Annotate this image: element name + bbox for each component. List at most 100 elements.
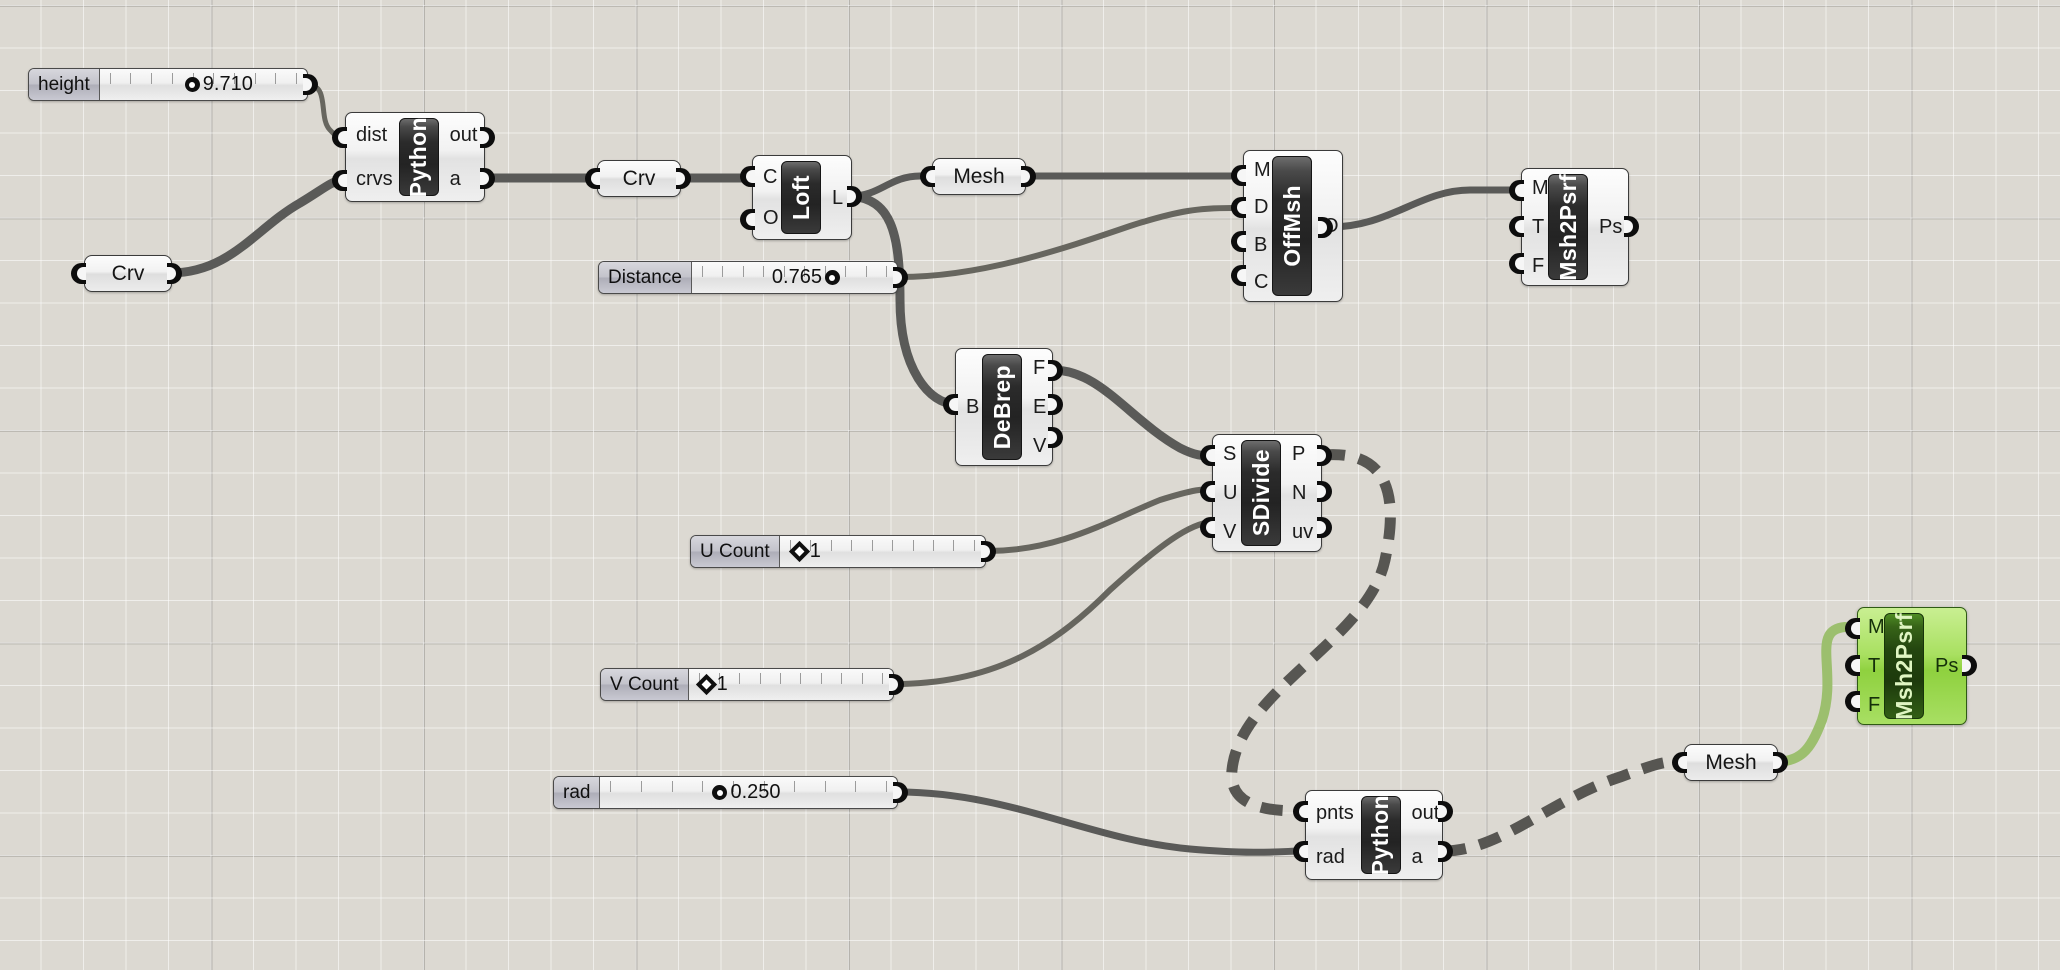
port-python-bottom-pnts[interactable]	[1293, 801, 1308, 822]
port-msh2psrf-top-m[interactable]	[1509, 180, 1524, 201]
port-height-out[interactable]	[303, 74, 318, 95]
debrep-inputs: B	[956, 349, 980, 465]
slider-v-count[interactable]: V Count 1	[600, 668, 894, 701]
port-mesh-top-in[interactable]	[920, 166, 935, 187]
port-msh2psrf-selected-f[interactable]	[1845, 691, 1860, 712]
slider-u-count-track[interactable]: 1	[779, 536, 985, 567]
port-python-top-a[interactable]	[480, 168, 495, 189]
component-python-top[interactable]: dist crvs Python out a	[345, 112, 485, 202]
python-bottom-capsule[interactable]: Python	[1361, 795, 1401, 875]
port-debrep-b[interactable]	[943, 394, 958, 415]
port-debrep-v[interactable]	[1048, 427, 1063, 448]
slider-distance[interactable]: Distance 0.765	[598, 261, 898, 294]
python-top-capsule[interactable]: Python	[399, 117, 439, 197]
port-loft-c[interactable]	[740, 166, 755, 187]
loft-title: Loft	[787, 174, 814, 221]
port-msh2psrf-selected-t[interactable]	[1845, 655, 1860, 676]
python-bottom-output-a: a	[1411, 846, 1423, 868]
component-msh2psrf-selected[interactable]: M T F Msh2Psrf Ps	[1857, 607, 1967, 725]
port-loft-o[interactable]	[740, 209, 755, 230]
slider-grip-diamond-icon[interactable]	[788, 540, 810, 563]
debrep-capsule[interactable]: DeBrep	[982, 354, 1022, 460]
python-top-input-crvs: crvs	[356, 168, 393, 190]
port-crv-mid-out[interactable]	[676, 168, 691, 189]
component-python-bottom[interactable]: pnts rad Python out a	[1305, 790, 1443, 880]
offmsh-input-c: C	[1254, 271, 1269, 294]
port-loft-l[interactable]	[847, 186, 862, 207]
slider-grip-round-icon[interactable]	[712, 785, 728, 800]
component-sdivide[interactable]: S U V SDivide P N uv	[1212, 434, 1322, 552]
node-layer[interactable]: height 9.710 Crv dist crvs Python out a …	[0, 0, 2060, 970]
msh2psrf-selected-capsule[interactable]: Msh2Psrf	[1884, 613, 1924, 719]
port-msh2psrf-top-f[interactable]	[1509, 253, 1524, 274]
component-loft[interactable]: C O Loft L	[752, 155, 852, 240]
port-u-count-out[interactable]	[981, 541, 996, 562]
panel-mesh-top[interactable]: Mesh	[932, 158, 1026, 195]
port-python-top-crvs[interactable]	[332, 170, 347, 191]
port-sdivide-s[interactable]	[1200, 445, 1215, 466]
slider-u-count-value-group[interactable]: 1	[788, 536, 821, 567]
port-sdivide-p[interactable]	[1317, 445, 1332, 466]
port-msh2psrf-selected-m[interactable]	[1845, 618, 1860, 639]
loft-outputs: L	[823, 156, 845, 239]
msh2psrf-top-input-f: F	[1532, 254, 1545, 277]
port-msh2psrf-top-ps[interactable]	[1624, 216, 1639, 237]
port-v-count-out[interactable]	[889, 674, 904, 695]
slider-rad-track[interactable]: 0.250	[600, 777, 897, 808]
slider-height[interactable]: height 9.710	[28, 68, 308, 101]
port-sdivide-u[interactable]	[1200, 481, 1215, 502]
sdivide-capsule[interactable]: SDivide	[1241, 440, 1281, 546]
slider-distance-value-group[interactable]: 0.765	[772, 262, 840, 293]
slider-grip-diamond-icon[interactable]	[695, 673, 717, 696]
panel-mesh-bottom[interactable]: Mesh	[1684, 744, 1778, 781]
slider-v-count-track[interactable]: 1	[688, 669, 893, 700]
port-distance-out[interactable]	[893, 267, 908, 288]
port-msh2psrf-top-t[interactable]	[1509, 216, 1524, 237]
port-python-bottom-rad[interactable]	[1293, 841, 1308, 862]
msh2psrf-selected-input-m: M	[1868, 616, 1885, 639]
panel-crv-mid[interactable]: Crv	[597, 160, 681, 197]
python-top-output-out: out	[449, 124, 478, 146]
port-offmsh-c[interactable]	[1231, 265, 1246, 286]
port-debrep-e[interactable]	[1048, 394, 1063, 415]
port-sdivide-v[interactable]	[1200, 517, 1215, 538]
slider-u-count[interactable]: U Count 1	[690, 535, 986, 568]
slider-v-count-value-group[interactable]: 1	[695, 669, 728, 700]
port-crv-left-in[interactable]	[71, 263, 86, 284]
port-offmsh-m[interactable]	[1231, 165, 1246, 186]
panel-crv-left[interactable]: Crv	[84, 255, 172, 292]
msh2psrf-selected-outputs: Ps	[1926, 608, 1960, 724]
port-rad-out[interactable]	[893, 782, 908, 803]
slider-rad-value-group[interactable]: 0.250	[712, 777, 781, 808]
slider-rad[interactable]: rad 0.250	[553, 776, 898, 809]
sdivide-input-s: S	[1223, 443, 1237, 466]
port-python-top-out[interactable]	[480, 127, 495, 148]
port-msh2psrf-selected-ps[interactable]	[1962, 655, 1977, 676]
loft-capsule[interactable]: Loft	[781, 161, 821, 234]
port-mesh-bottom-in[interactable]	[1672, 752, 1687, 773]
slider-height-value-group[interactable]: 9.710	[184, 69, 253, 100]
slider-height-track[interactable]: 9.710	[99, 69, 307, 100]
port-python-top-dist[interactable]	[332, 127, 347, 148]
port-offmsh-b[interactable]	[1231, 231, 1246, 252]
slider-grip-round-icon[interactable]	[824, 270, 840, 285]
port-mesh-bottom-out[interactable]	[1773, 752, 1788, 773]
component-debrep[interactable]: B DeBrep F E V	[955, 348, 1053, 466]
msh2psrf-top-capsule[interactable]: Msh2Psrf	[1548, 174, 1588, 280]
port-debrep-f[interactable]	[1048, 360, 1063, 381]
offmsh-inputs: M D B C	[1244, 151, 1271, 301]
port-python-bottom-out[interactable]	[1438, 801, 1453, 822]
component-msh2psrf-top[interactable]: M T F Msh2Psrf Ps	[1521, 168, 1629, 286]
offmsh-capsule[interactable]: OffMsh	[1272, 156, 1312, 296]
port-offmsh-d[interactable]	[1231, 197, 1246, 218]
slider-distance-track[interactable]: 0.765	[691, 262, 897, 293]
debrep-output-f: F	[1033, 357, 1046, 380]
port-crv-left-out[interactable]	[167, 263, 182, 284]
slider-grip-round-icon[interactable]	[184, 77, 200, 92]
port-python-bottom-a[interactable]	[1438, 841, 1453, 862]
port-sdivide-n[interactable]	[1317, 481, 1332, 502]
grasshopper-canvas[interactable]: height 9.710 Crv dist crvs Python out a …	[0, 0, 2060, 970]
port-mesh-top-out[interactable]	[1021, 166, 1036, 187]
port-sdivide-uv[interactable]	[1317, 517, 1332, 538]
port-crv-mid-in[interactable]	[585, 168, 600, 189]
